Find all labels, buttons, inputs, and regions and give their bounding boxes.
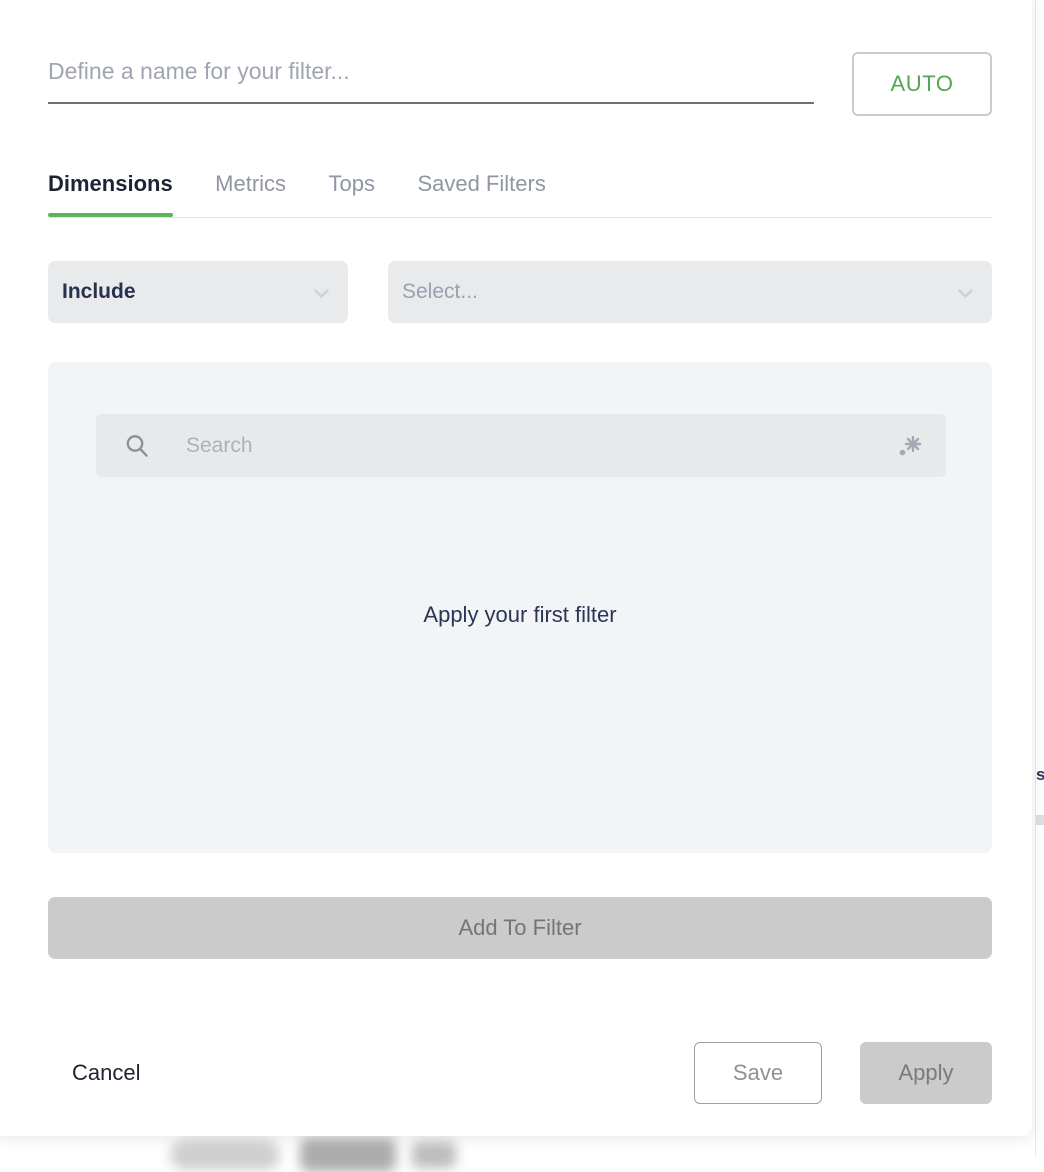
search-box[interactable] bbox=[96, 414, 946, 477]
filter-modal: AUTO Dimensions Metrics Tops Saved Filte… bbox=[0, 0, 1032, 1136]
tab-dimensions[interactable]: Dimensions bbox=[48, 162, 173, 217]
filter-selector-row: Include Select... bbox=[48, 261, 992, 323]
dimension-select-dropdown[interactable]: Select... bbox=[388, 261, 992, 323]
wildcard-asterisk-icon[interactable] bbox=[896, 432, 924, 460]
background-blurred-shape bbox=[412, 1142, 456, 1168]
clipped-background-text: s bbox=[1036, 766, 1044, 784]
auto-button[interactable]: AUTO bbox=[852, 52, 992, 116]
filter-tabs: Dimensions Metrics Tops Saved Filters bbox=[48, 162, 992, 218]
filter-name-input[interactable] bbox=[48, 58, 808, 85]
search-icon bbox=[124, 433, 150, 459]
save-button[interactable]: Save bbox=[694, 1042, 822, 1104]
background-blurred-shape bbox=[170, 1140, 280, 1170]
filter-results-panel: Apply your first filter bbox=[48, 362, 992, 853]
chevron-down-icon bbox=[957, 285, 974, 302]
right-edge-divider bbox=[1035, 0, 1036, 1156]
tab-saved-filters[interactable]: Saved Filters bbox=[417, 162, 545, 217]
tab-tops[interactable]: Tops bbox=[329, 162, 375, 217]
filter-name-field[interactable] bbox=[48, 44, 814, 104]
cancel-button[interactable]: Cancel bbox=[72, 1042, 140, 1104]
modal-footer: Cancel Save Apply bbox=[48, 1042, 992, 1104]
filter-modal-content: AUTO Dimensions Metrics Tops Saved Filte… bbox=[0, 0, 1000, 1136]
include-exclude-value: Include bbox=[62, 280, 136, 303]
add-to-filter-button[interactable]: Add To Filter bbox=[48, 897, 992, 959]
empty-state-message: Apply your first filter bbox=[423, 602, 617, 627]
apply-button[interactable]: Apply bbox=[860, 1042, 992, 1104]
modal-header: AUTO bbox=[48, 44, 992, 116]
clipped-background-bar bbox=[1036, 815, 1044, 825]
search-input[interactable] bbox=[186, 414, 886, 477]
include-exclude-dropdown[interactable]: Include bbox=[48, 261, 348, 323]
tab-metrics[interactable]: Metrics bbox=[215, 162, 286, 217]
dimension-select-placeholder: Select... bbox=[402, 280, 478, 303]
chevron-down-icon bbox=[313, 285, 330, 302]
background-blurred-shape bbox=[300, 1138, 396, 1172]
